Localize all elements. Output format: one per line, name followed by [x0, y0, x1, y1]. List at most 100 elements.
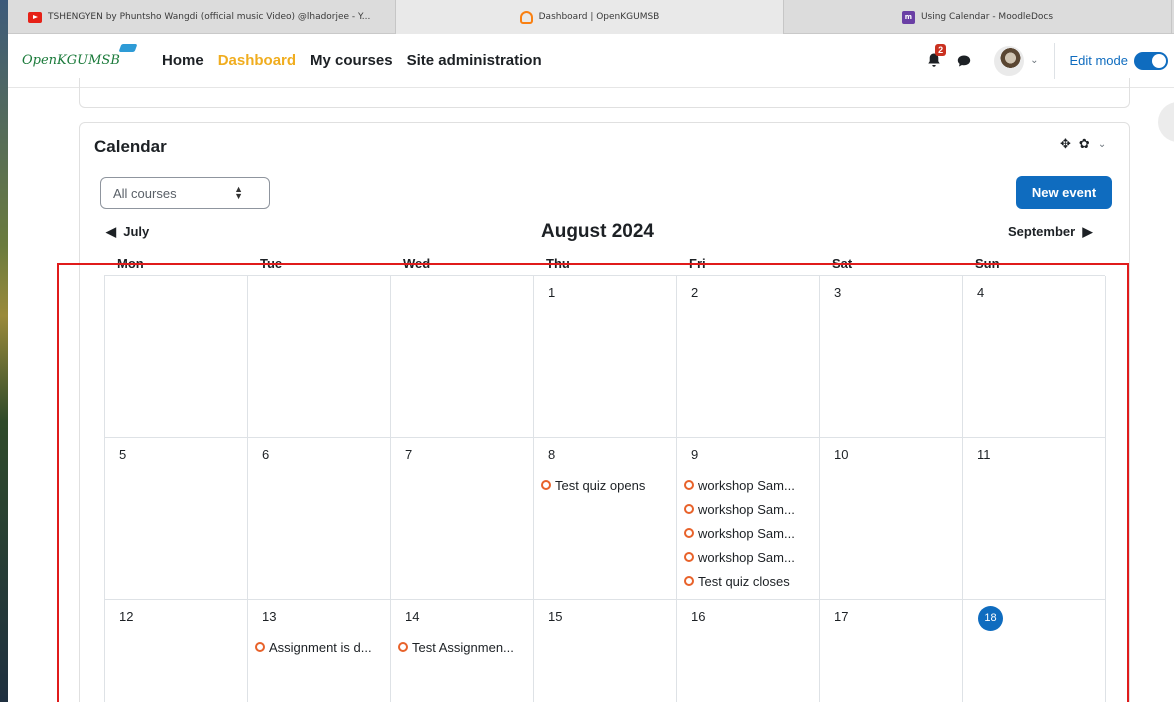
calendar-day-cell[interactable]: 7 — [391, 438, 534, 600]
tab-title: Dashboard | OpenKGUMSB — [538, 12, 660, 22]
event-circle-icon — [398, 642, 408, 652]
gear-icon[interactable]: ✿ — [1079, 137, 1090, 152]
day-number[interactable]: 11 — [977, 447, 1105, 467]
calendar-day-cell[interactable]: 3 — [820, 276, 963, 438]
calendar-day-cell[interactable]: 9 workshop Sam... workshop Sam... workshop … — [677, 438, 820, 600]
previous-month-link[interactable]: ◀ July — [106, 224, 149, 240]
calendar-event[interactable]: workshop Sam... — [684, 473, 819, 497]
calendar-day-cell[interactable]: 16 — [677, 600, 820, 702]
drawer-toggle-button[interactable] — [1158, 102, 1174, 142]
calendar-day-cell[interactable]: 4 — [963, 276, 1106, 438]
chevron-down-icon[interactable]: ⌄ — [1030, 55, 1038, 66]
weekday-sat: Sat — [832, 256, 853, 271]
day-number[interactable]: 8 — [548, 447, 676, 467]
course-filter-select[interactable]: All courses ▲ ▼ — [100, 177, 270, 209]
day-event-list: Test quiz opens — [541, 473, 676, 497]
chevron-down-icon[interactable]: ⌄ — [1098, 139, 1106, 150]
day-event-list: Assignment is d... — [255, 635, 390, 659]
weekday-wed: Wed — [403, 256, 431, 271]
current-month-title: August 2024 — [541, 221, 654, 242]
event-title: workshop Sam... — [698, 525, 795, 541]
nav-my-courses[interactable]: My courses — [310, 52, 393, 69]
calendar-day-cell[interactable]: 13 Assignment is d... — [248, 600, 391, 702]
weekday-mon: Mon — [117, 256, 144, 271]
day-number[interactable]: 6 — [262, 447, 390, 467]
event-title: Test quiz opens — [555, 477, 646, 493]
day-number[interactable]: 3 — [834, 285, 962, 305]
day-number[interactable]: 13 — [262, 609, 390, 629]
day-number[interactable]: 5 — [119, 447, 247, 467]
calendar-day-cell[interactable]: 10 — [820, 438, 963, 600]
day-number[interactable]: 10 — [834, 447, 962, 467]
calendar-day-cell — [105, 276, 248, 438]
move-icon[interactable]: ✥ — [1060, 137, 1071, 152]
calendar-event[interactable]: workshop Sam... — [684, 545, 819, 569]
day-number[interactable]: 12 — [119, 609, 247, 629]
calendar-day-cell[interactable]: 18 — [963, 600, 1106, 702]
select-arrows-icon: ▲ ▼ — [234, 184, 243, 201]
calendar-event[interactable]: workshop Sam... — [684, 521, 819, 545]
messages-icon[interactable] — [956, 53, 972, 69]
moodle-icon — [519, 10, 533, 24]
nav-home[interactable]: Home — [162, 52, 204, 69]
calendar-day-cell[interactable]: 1 — [534, 276, 677, 438]
caret-right-icon: ▶ — [1082, 224, 1093, 239]
calendar-day-cell[interactable]: 5 — [105, 438, 248, 600]
course-filter-value: All courses — [113, 185, 177, 201]
calendar-day-cell[interactable]: 6 — [248, 438, 391, 600]
calendar-day-cell[interactable]: 11 — [963, 438, 1106, 600]
day-number[interactable]: 7 — [405, 447, 533, 467]
calendar-event[interactable]: Test quiz closes — [684, 569, 819, 593]
event-title: workshop Sam... — [698, 549, 795, 565]
calendar-day-cell[interactable]: 15 — [534, 600, 677, 702]
day-number[interactable]: 2 — [691, 285, 819, 305]
day-number[interactable]: 4 — [977, 285, 1105, 305]
browser-tab-youtube[interactable]: TSHENGYEN by Phuntsho Wangdi (official m… — [8, 0, 396, 34]
calendar-month-grid: 1 2 3 4 5 6 7 8 Test quiz opens 9 workshop Sam... w… — [104, 275, 1106, 702]
new-event-button[interactable]: New event — [1016, 176, 1112, 209]
day-number[interactable]: 1 — [548, 285, 676, 305]
calendar-event[interactable]: Test Assignmen... — [398, 635, 533, 659]
calendar-event[interactable]: Test quiz opens — [541, 473, 676, 497]
day-number[interactable]: 14 — [405, 609, 533, 629]
calendar-day-cell[interactable]: 17 — [820, 600, 963, 702]
next-month-label: September — [1008, 224, 1076, 239]
calendar-day-cell[interactable]: 12 — [105, 600, 248, 702]
calendar-event[interactable]: workshop Sam... — [684, 497, 819, 521]
edit-mode-toggle[interactable] — [1134, 51, 1168, 70]
day-event-list: workshop Sam... workshop Sam... workshop S… — [684, 473, 819, 593]
edit-mode-label: Edit mode — [1069, 53, 1128, 68]
event-circle-icon — [684, 552, 694, 562]
browser-tab-dashboard[interactable]: Dashboard | OpenKGUMSB — [396, 0, 784, 34]
browser-tab-moodledocs[interactable]: m Using Calendar - MoodleDocs — [784, 0, 1172, 34]
previous-block-bottom — [79, 78, 1130, 108]
notifications-button[interactable]: 2 — [926, 43, 947, 70]
event-circle-icon — [541, 480, 551, 490]
user-avatar[interactable] — [994, 45, 1025, 76]
day-number[interactable]: 15 — [548, 609, 676, 629]
calendar-day-cell[interactable]: 14 Test Assignmen... — [391, 600, 534, 702]
next-month-link[interactable]: September ▶ — [1008, 224, 1092, 240]
event-title: workshop Sam... — [698, 501, 795, 517]
youtube-icon — [28, 11, 42, 23]
site-logo[interactable]: OpenKGUMSB — [22, 44, 162, 68]
day-event-list: Test Assignmen... — [398, 635, 533, 659]
graduation-cap-icon — [118, 44, 138, 52]
caret-left-icon: ◀ — [106, 224, 116, 239]
weekday-sun: Sun — [975, 256, 1000, 271]
weekday-thu: Thu — [546, 256, 570, 271]
calendar-day-cell[interactable]: 8 Test quiz opens — [534, 438, 677, 600]
browser-tab-bar: TSHENGYEN by Phuntsho Wangdi (official m… — [8, 0, 1174, 34]
day-number[interactable]: 17 — [834, 609, 962, 629]
calendar-day-cell[interactable]: 2 — [677, 276, 820, 438]
calendar-event[interactable]: Assignment is d... — [255, 635, 390, 659]
today-marker[interactable]: 18 — [978, 606, 1003, 631]
day-number[interactable]: 9 — [691, 447, 819, 467]
day-number[interactable]: 18 — [977, 606, 1105, 631]
nav-site-administration[interactable]: Site administration — [407, 52, 542, 69]
calendar-day-cell — [391, 276, 534, 438]
event-circle-icon — [684, 480, 694, 490]
day-number[interactable]: 16 — [691, 609, 819, 629]
nav-dashboard[interactable]: Dashboard — [218, 52, 296, 69]
navbar-divider — [1054, 42, 1056, 79]
